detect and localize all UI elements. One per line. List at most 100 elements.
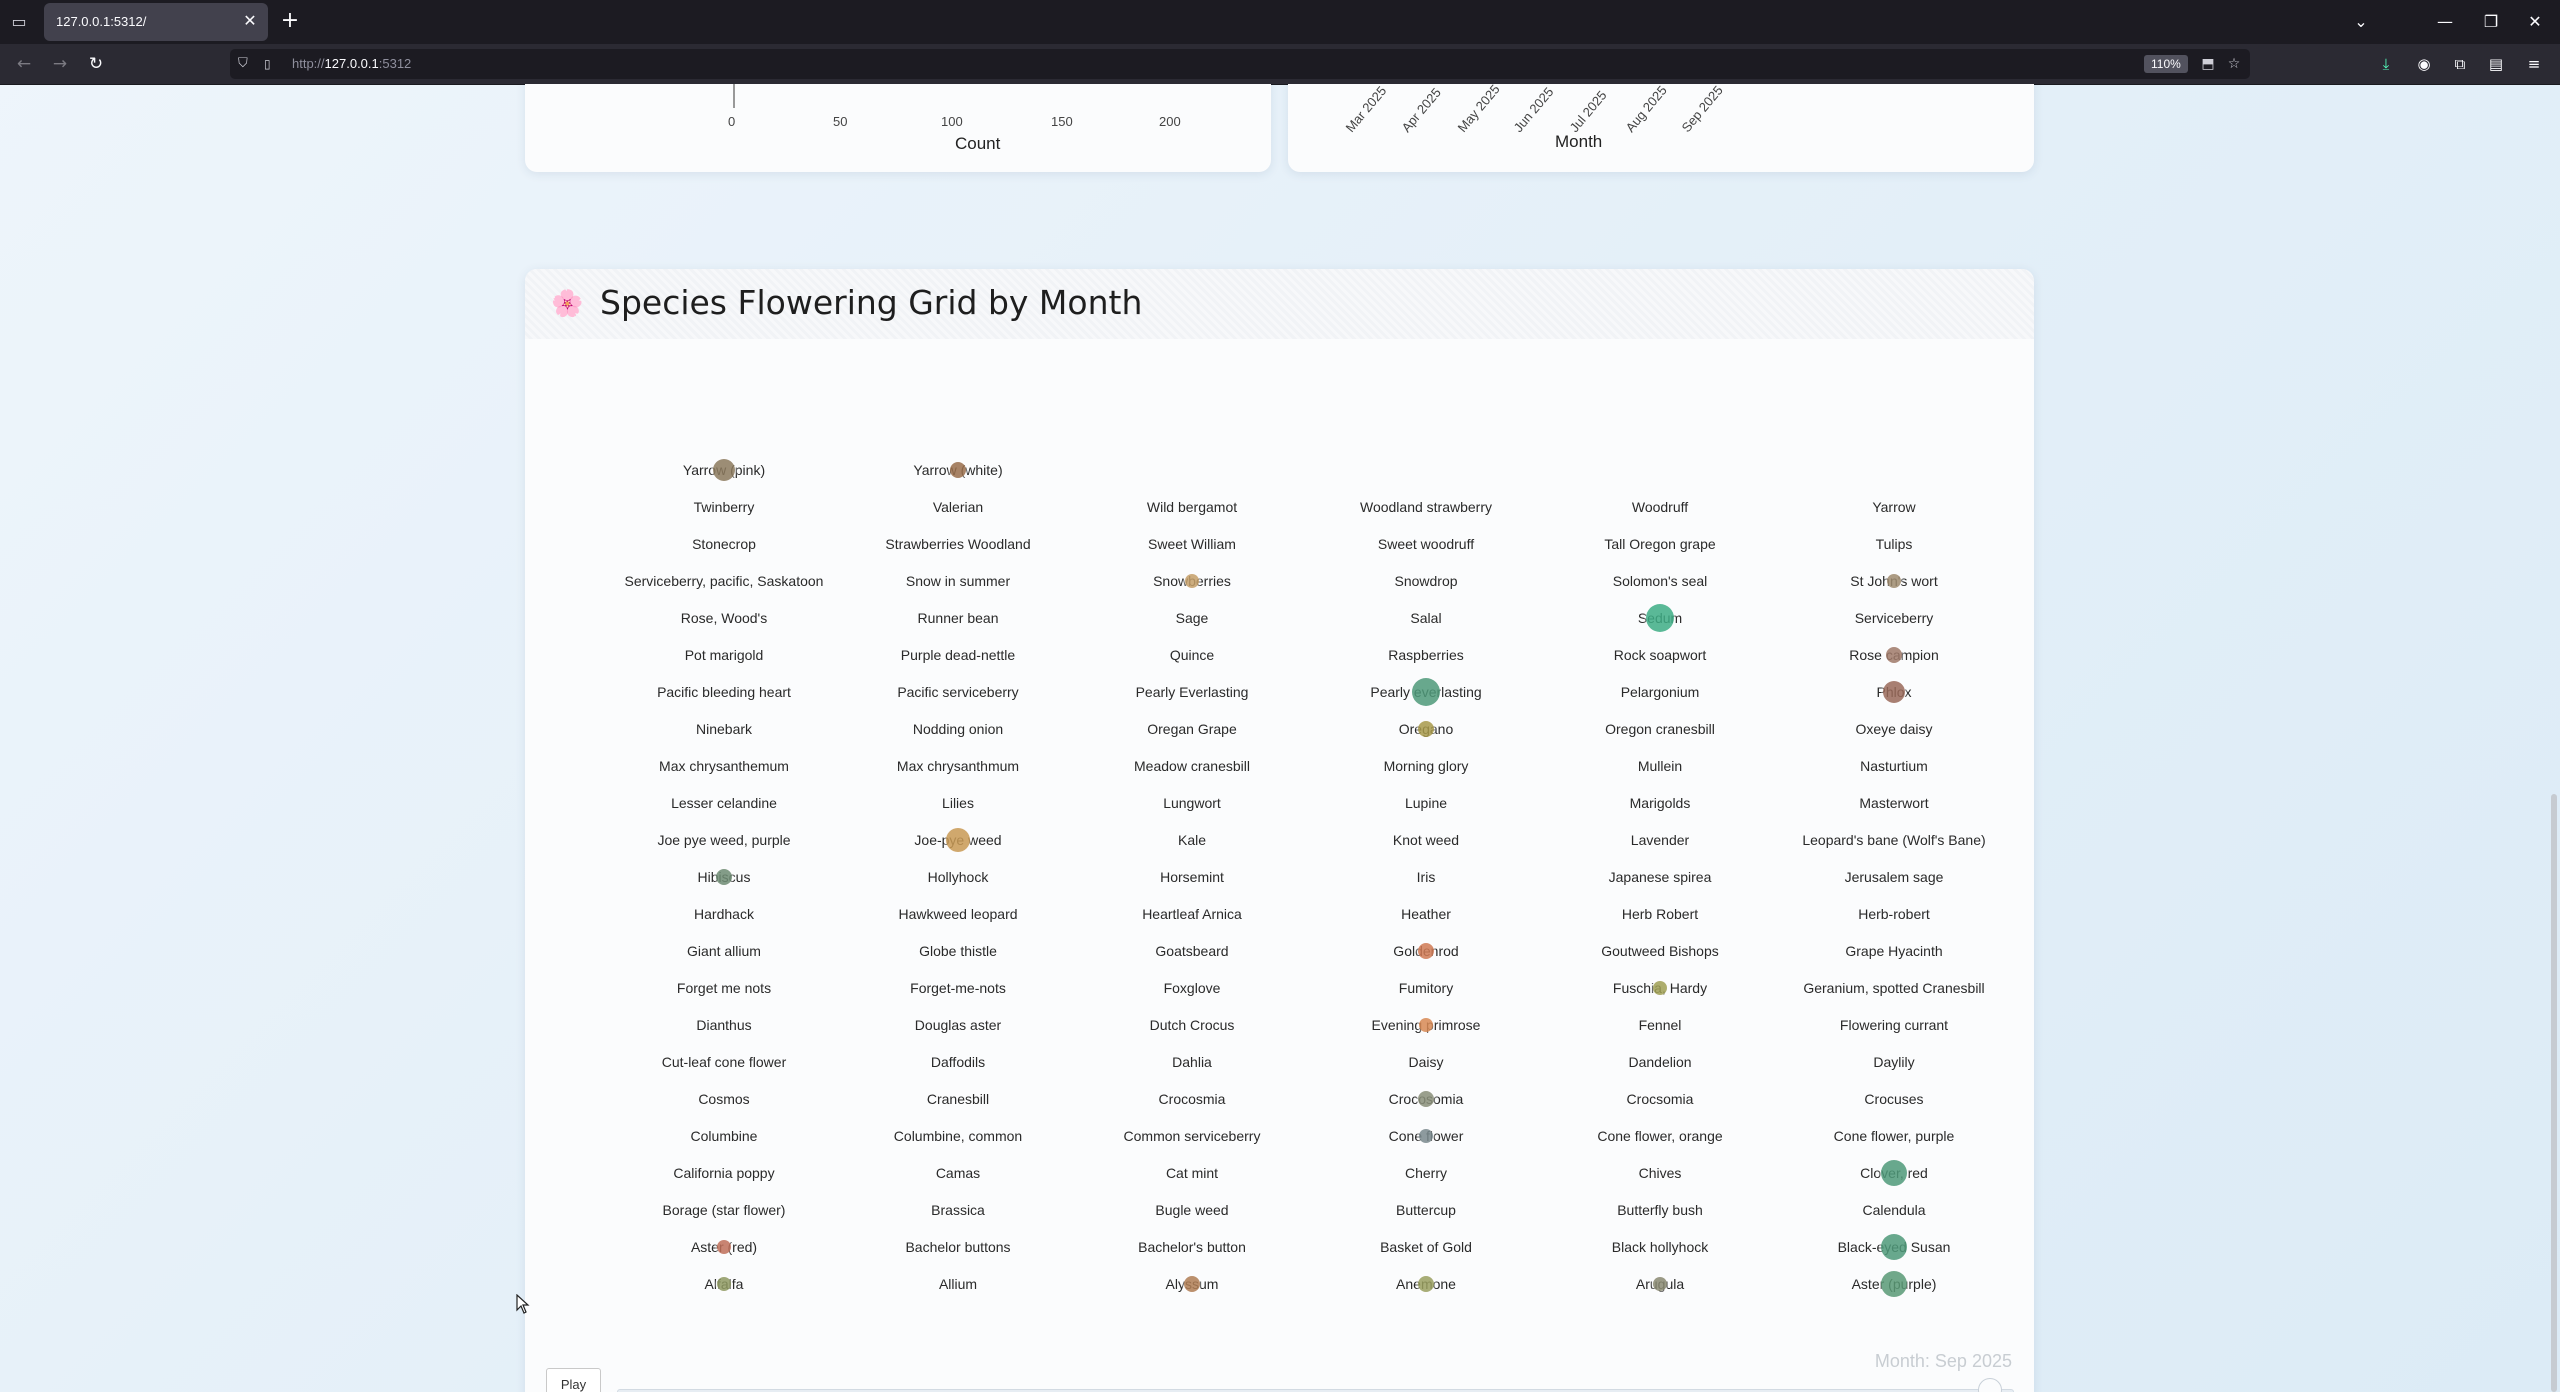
species-label: Allium xyxy=(938,1276,978,1292)
flowering-marker[interactable] xyxy=(1418,943,1434,959)
species-label: Hawkweed leopard xyxy=(898,906,1018,922)
species-label: Cherry xyxy=(1404,1165,1448,1181)
flowering-marker[interactable] xyxy=(1653,981,1667,995)
flowering-marker[interactable] xyxy=(1418,1091,1434,1107)
restore-button[interactable]: ❐ xyxy=(2478,10,2504,34)
species-label: Marigolds xyxy=(1629,795,1691,811)
flowering-marker[interactable] xyxy=(1881,1271,1907,1297)
species-label: Morning glory xyxy=(1383,758,1469,774)
bookmark-star-icon[interactable]: ☆ xyxy=(2224,55,2244,73)
flowering-marker[interactable] xyxy=(1646,604,1674,632)
species-label: Strawberries Woodland xyxy=(885,536,1031,552)
species-label: Oxeye daisy xyxy=(1855,721,1933,737)
species-label: Common serviceberry xyxy=(1123,1128,1261,1144)
flowering-marker[interactable] xyxy=(946,828,970,852)
species-label: Bugle weed xyxy=(1155,1202,1229,1218)
flowering-marker[interactable] xyxy=(1881,1160,1907,1186)
species-label: Dandelion xyxy=(1628,1054,1692,1070)
species-label: Herb Robert xyxy=(1621,906,1699,922)
tab-list-icon[interactable]: ▭ xyxy=(8,12,30,32)
species-label: Cat mint xyxy=(1165,1165,1219,1181)
x-tick-label: 0 xyxy=(728,114,736,129)
species-label: Crocosmia xyxy=(1158,1091,1226,1107)
flowering-marker[interactable] xyxy=(1419,1129,1433,1143)
reader-mode-icon[interactable]: ⬒ xyxy=(2198,55,2218,73)
back-icon[interactable]: ← xyxy=(12,52,36,76)
flowering-marker[interactable] xyxy=(1184,1276,1200,1292)
species-label: Runner bean xyxy=(917,610,999,626)
account-icon[interactable]: ◉ xyxy=(2412,52,2436,76)
reload-icon[interactable]: ↻ xyxy=(84,52,108,76)
species-label: Cranesbill xyxy=(926,1091,990,1107)
flowering-marker[interactable] xyxy=(1887,574,1901,588)
species-label: Camas xyxy=(935,1165,981,1181)
page-viewport: 0 50 100 150 200 Count Mar 2025 Apr 2025… xyxy=(0,84,2548,1392)
species-label: Butterfly bush xyxy=(1617,1202,1703,1218)
species-label: Meadow cranesbill xyxy=(1134,758,1250,774)
browser-tab-bar: ▭ 127.0.0.1:5312/ ✕ + ⌄ — ❐ ✕ xyxy=(0,0,2560,44)
species-label: Pelargonium xyxy=(1620,684,1700,700)
month-tick-label: Mar 2025 xyxy=(1342,84,1390,135)
species-label: Foxglove xyxy=(1163,980,1221,996)
play-button[interactable]: Play xyxy=(546,1368,601,1392)
flowering-marker[interactable] xyxy=(1653,1277,1667,1291)
month-tick-label: Jul 2025 xyxy=(1566,87,1610,135)
flowering-marker[interactable] xyxy=(1418,721,1434,737)
downloads-icon[interactable]: ⤓ xyxy=(2374,52,2398,76)
x-axis-title: Count xyxy=(955,134,1001,153)
flowering-marker[interactable] xyxy=(1418,1276,1434,1292)
flowering-marker[interactable] xyxy=(717,1277,731,1291)
flowering-marker[interactable] xyxy=(717,1240,731,1254)
species-label: Ninebark xyxy=(695,721,753,737)
species-label: Joe pye weed, purple xyxy=(657,832,791,848)
species-label: Snow in summer xyxy=(905,573,1011,589)
page-scrollbar[interactable] xyxy=(2548,84,2560,1392)
species-label: Forget-me-nots xyxy=(910,980,1006,996)
minimize-button[interactable]: — xyxy=(2432,10,2458,34)
species-label: Solomon's seal xyxy=(1612,573,1708,589)
flowering-marker[interactable] xyxy=(713,459,735,481)
flowering-marker[interactable] xyxy=(1412,678,1440,706)
close-window-button[interactable]: ✕ xyxy=(2522,10,2548,34)
flowering-marker[interactable] xyxy=(950,462,966,478)
species-label: Heather xyxy=(1401,906,1451,922)
flowering-marker[interactable] xyxy=(1886,647,1902,663)
flowering-marker[interactable] xyxy=(1419,1018,1433,1032)
species-label: Daylily xyxy=(1873,1054,1915,1070)
new-tab-button[interactable]: + xyxy=(278,10,302,34)
species-label: Valerian xyxy=(932,499,984,515)
species-label: Sweet William xyxy=(1148,536,1236,552)
flowering-marker[interactable] xyxy=(1883,681,1905,703)
forward-icon[interactable]: → xyxy=(48,52,72,76)
library-icon[interactable]: ▤ xyxy=(2484,52,2508,76)
zoom-level-badge[interactable]: 110% xyxy=(2144,55,2188,73)
shield-icon[interactable]: ⛉ xyxy=(238,56,252,72)
species-label: Max chrysanthmum xyxy=(896,758,1020,774)
month-chart-card: Mar 2025 Apr 2025 May 2025 Jun 2025 Jul … xyxy=(1288,84,2034,172)
menu-icon[interactable]: ≡ xyxy=(2522,52,2546,76)
species-label: Cone flower, orange xyxy=(1597,1128,1723,1144)
species-label: Douglas aster xyxy=(914,1017,1002,1033)
species-label: Sage xyxy=(1175,610,1209,626)
species-label: Bachelor's button xyxy=(1138,1239,1246,1255)
species-label: Leopard's bane (Wolf's Bane) xyxy=(1802,832,1986,848)
species-label: Daisy xyxy=(1408,1054,1444,1070)
flowering-marker[interactable] xyxy=(716,869,732,885)
species-label: Iris xyxy=(1416,869,1436,885)
url-bar[interactable]: ⛉ ▯ http://127.0.0.1:5312 110% ⬒ ☆ xyxy=(230,49,2250,79)
month-tick-label: Jun 2025 xyxy=(1510,84,1557,135)
species-label: Max chrysanthemum xyxy=(659,758,789,774)
tab-overflow-chevron-icon[interactable]: ⌄ xyxy=(2348,10,2374,34)
month-tick-label: Apr 2025 xyxy=(1398,84,1444,135)
scrollbar-thumb[interactable] xyxy=(2551,794,2557,1392)
browser-tab[interactable]: 127.0.0.1:5312/ ✕ xyxy=(44,3,268,41)
extensions-icon[interactable]: ⧉ xyxy=(2448,52,2472,76)
close-tab-icon[interactable]: ✕ xyxy=(240,11,260,31)
flowering-marker[interactable] xyxy=(1185,574,1199,588)
species-label: Dutch Crocus xyxy=(1149,1017,1235,1033)
page-info-icon[interactable]: ▯ xyxy=(264,56,278,72)
species-label: Herb-robert xyxy=(1858,906,1930,922)
url-text[interactable]: http://127.0.0.1:5312 xyxy=(292,56,411,71)
flowering-marker[interactable] xyxy=(1881,1234,1907,1260)
species-label: Buttercup xyxy=(1396,1202,1456,1218)
